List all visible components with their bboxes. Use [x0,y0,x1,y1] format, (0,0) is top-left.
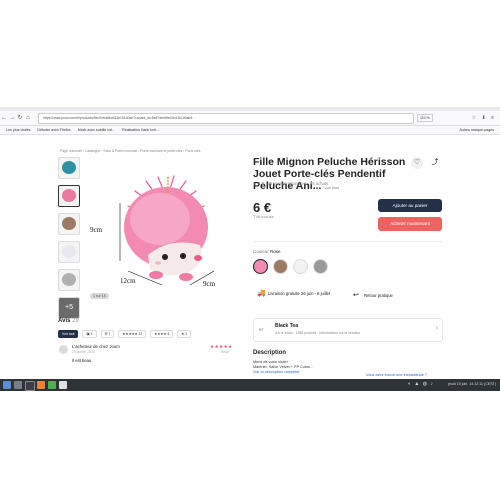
rating-value: 4,7 [257,181,264,186]
seller-avatar: BT [259,327,265,332]
product-image[interactable] [88,159,238,309]
divider [253,241,443,242]
returns-text: Retour pratique [364,293,393,298]
seller-info: 4,6 ★ évalu · 1985 produits · Informatio… [275,331,361,335]
other-bookmarks[interactable]: Autres marque-pages [459,126,494,134]
bookmarks-bar: Les plus visités Débuter avec Firefox Mo… [0,126,500,135]
reviews-count: 29 [72,318,79,324]
description-heading: Description [253,350,287,356]
dimension-length: 12cm [120,277,136,285]
filter-1-star[interactable]: ★ 1 [177,330,192,338]
rating-recommend: 96 % recommandent [267,181,307,186]
photo-counter: 1 sur 15 [90,293,109,299]
reload-icon[interactable]: ↻ [16,111,24,125]
bookmark-realisation[interactable]: Réalisation Hank Inél... [122,128,159,132]
files-icon[interactable] [14,381,22,389]
thumbnail-selected[interactable] [58,185,80,207]
breadcrumb[interactable]: Page d'accueil › Catalogue › Sacs & Port… [60,149,200,153]
shipping-info: 🚚 Livraison gratuite 26 juin - 6 juillet [257,290,338,296]
tax-note: TVA incluse [253,214,274,219]
filter-5-stars[interactable]: ★★★★★ 22 [118,330,147,338]
url-bar[interactable]: https://www.joom.com/fr/products/5ed7eba… [38,112,414,124]
bookmark-mock[interactable]: Mock avec subtile vot... [78,128,115,132]
thumbnail[interactable] [58,213,80,235]
terminal-icon[interactable] [25,381,35,391]
color-label-text: Couleur [253,249,269,254]
description-text: Merci de votre visite! Matériel: Sailor … [253,360,313,374]
spreadsheet-icon[interactable] [48,381,56,389]
toolbar-icons[interactable]: ☆ ⬇ ≡ [472,115,496,121]
returns-info[interactable]: ↩ Retour pratique [353,292,424,298]
swatch-pink[interactable] [253,259,268,274]
description-line: Matériel: Sailor Velvet + PP Coton... [253,364,314,369]
filter-all[interactable]: Voir tout [58,330,79,338]
home-icon[interactable]: ⌂ [24,111,32,125]
thumbnail[interactable] [58,269,80,291]
full-description-link[interactable]: Voir la description complète [253,370,313,375]
seller-name: Black Tea [275,323,298,329]
zoom-indicator[interactable]: 110 % [417,114,433,122]
dimension-depth: 9cm [203,280,216,288]
color-label: Couleur Rose [253,249,281,254]
navigation-toolbar: ← → ↻ ⌂ https://www.joom.com/fr/products… [0,111,500,126]
buy-now-button[interactable]: Acheter maintenant [378,217,442,231]
chevron-right-icon: › [435,325,438,332]
thumbnail[interactable] [58,157,80,179]
thumbnail-list: +5 [58,157,80,325]
bookmark-firefox[interactable]: Débuter avec Firefox [37,128,70,132]
color-value: Rose [270,249,281,254]
bookmark-most-visited[interactable]: Les plus visités [6,128,30,132]
swatch-brown[interactable] [273,259,288,274]
filter-photos[interactable]: ▣ 4 [82,330,97,338]
review-variant: Beau [221,350,229,354]
shipping-text: Livraison gratuite 26 juin - 6 juillet [268,291,331,296]
rating-count: 35 achats [309,181,329,186]
os-taskbar: ◐ ▲ ◍ ♪ jeudi 15 juin, 14:12:11 (CEST) [0,379,500,391]
product-title: Fille Mignon Peluche Hérisson Jouet Port… [253,156,411,194]
report-inaccuracy-link[interactable]: Vous avez trouvé une inexactitude ? [366,373,427,377]
price: 6 € [253,200,272,215]
review-author: L'acheteur de chez Joom [72,344,120,349]
start-menu-icon[interactable] [3,381,11,389]
firefox-icon[interactable] [37,381,45,389]
clock[interactable]: jeudi 15 juin, 14:12:11 (CEST) [448,382,496,386]
browser-window: ← → ↻ ⌂ https://www.joom.com/fr/products… [0,107,500,391]
avatar [59,345,68,354]
reviews-heading: Avis 29 [58,318,79,324]
forward-icon[interactable]: → [8,111,16,125]
star-icon: ★ [253,181,257,186]
dimension-height: 9cm [90,226,103,234]
add-to-cart-button[interactable]: Ajouter au panier [378,199,442,212]
color-swatches [253,259,333,274]
return-icon: ↩ [353,292,359,299]
filter-text[interactable]: ☰ 7 [100,330,115,338]
seller-card[interactable]: BT Black Tea 4,6 ★ évalu · 1985 produits… [253,318,443,342]
system-tray-icons[interactable]: ◐ ▲ ◍ ♪ [408,381,434,387]
back-icon[interactable]: ← [0,111,8,125]
document-icon[interactable] [59,381,67,389]
share-icon[interactable]: ⤴ [429,157,441,169]
heart-icon[interactable]: ♡ [411,157,423,169]
more-photos-thumbnail[interactable]: +5 [58,297,80,319]
review-filters: Voir tout ▣ 4 ☰ 7 ★★★★★ 22 ★★★★ 4 ★ 1 [58,330,195,338]
filter-4-stars[interactable]: ★★★★ 4 [150,330,174,338]
swatch-grey[interactable] [313,259,328,274]
swatch-white[interactable] [293,259,308,274]
review-text: Il est beau [72,358,92,363]
reviews-heading-text: Avis [58,318,71,324]
truck-icon: 🚚 [257,290,266,297]
rating-summary[interactable]: ★ 4,7 · 96 % recommandent · 35 achats [253,181,328,186]
thumbnail[interactable] [58,241,80,263]
review-date: 29 janvier 2023 [72,350,95,354]
